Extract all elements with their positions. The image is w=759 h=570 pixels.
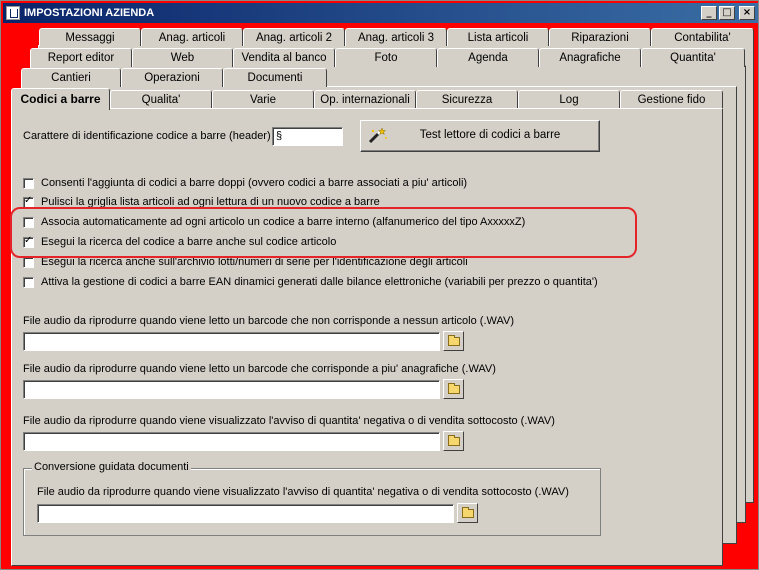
- audio-file-label-no-match: File audio da riprodurre quando viene le…: [23, 315, 515, 327]
- checkbox-duplicate-barcodes[interactable]: [23, 177, 34, 189]
- tab-varie[interactable]: Varie: [212, 90, 314, 108]
- checkbox-row-ean-dynamic[interactable]: Attiva la gestione di codici a barre EAN…: [23, 276, 598, 288]
- conversion-audio-label: File audio da riprodurre quando viene vi…: [37, 486, 569, 498]
- folder-icon: [448, 383, 460, 394]
- app-icon: [6, 6, 20, 20]
- tab-lista-articoli[interactable]: Lista articoli: [447, 28, 549, 46]
- tab-log[interactable]: Log: [518, 90, 620, 108]
- checkbox-label: Attiva la gestione di codici a barre EAN…: [41, 276, 598, 288]
- tab-report-editor[interactable]: Report editor: [30, 48, 132, 67]
- tab-web[interactable]: Web: [132, 48, 233, 67]
- audio-file-label-multi-match: File audio da riprodurre quando viene le…: [23, 363, 496, 375]
- tab-foto[interactable]: Foto: [335, 48, 437, 67]
- tab-agenda[interactable]: Agenda: [437, 48, 539, 67]
- audio-file-input-no-match[interactable]: [23, 332, 440, 351]
- tab-documenti[interactable]: Documenti: [223, 68, 327, 87]
- conversion-group: Conversione guidata documenti: [23, 461, 601, 536]
- tab-codici-a-barre[interactable]: Codici a barre: [11, 88, 110, 110]
- checkbox-row-auto-internal-barcode[interactable]: Associa automaticamente ad ogni articolo…: [23, 216, 525, 228]
- checkbox-label: Esegui la ricerca del codice a barre anc…: [41, 236, 337, 248]
- folder-icon: [448, 335, 460, 346]
- conversion-audio-input[interactable]: [37, 504, 454, 523]
- checkbox-label: Pulisci la griglia lista articoli ad ogn…: [41, 196, 380, 208]
- conversion-group-title: Conversione guidata documenti: [32, 461, 191, 473]
- browse-button-conversion[interactable]: [457, 503, 478, 523]
- tab-op-internazionali[interactable]: Op. internazionali: [314, 90, 416, 108]
- tab-cantieri[interactable]: Cantieri: [21, 68, 121, 87]
- folder-icon: [448, 435, 460, 446]
- close-button[interactable]: ×: [739, 6, 755, 20]
- tab-messaggi[interactable]: Messaggi: [39, 28, 141, 46]
- header-char-label: Carattere di identificazione codice a ba…: [23, 130, 277, 142]
- checkbox-search-lots[interactable]: [23, 256, 34, 268]
- checkbox-ean-dynamic[interactable]: [23, 276, 34, 288]
- folder-icon: [462, 507, 474, 518]
- settings-window: IMPOSTAZIONI AZIENDA _ □ × Messaggi Anag…: [0, 0, 759, 570]
- tab-vendita-al-banco[interactable]: Vendita al banco: [233, 48, 335, 67]
- tab-sicurezza[interactable]: Sicurezza: [416, 90, 518, 108]
- checkbox-label: Consenti l'aggiunta di codici a barre do…: [41, 177, 468, 189]
- audio-file-label-negative-qty: File audio da riprodurre quando viene vi…: [23, 415, 555, 427]
- checkbox-clear-grid[interactable]: [23, 195, 34, 208]
- checkbox-row-search-article-code[interactable]: Esegui la ricerca del codice a barre anc…: [23, 235, 337, 248]
- audio-file-input-multi-match[interactable]: [23, 380, 440, 399]
- window-title: IMPOSTAZIONI AZIENDA: [24, 7, 155, 19]
- test-barcode-reader-button[interactable]: Test lettore di codici a barre: [360, 120, 600, 152]
- checkbox-label: Esegui la ricerca anche sull'archivio lo…: [41, 256, 468, 268]
- tab-anagrafiche[interactable]: Anagrafiche: [539, 48, 641, 67]
- tab-anag-articoli[interactable]: Anag. articoli: [141, 28, 243, 46]
- maximize-button[interactable]: □: [719, 6, 735, 20]
- audio-file-input-negative-qty[interactable]: [23, 432, 440, 451]
- tab-gestione-fido[interactable]: Gestione fido: [620, 90, 723, 108]
- tab-anag-articoli-2[interactable]: Anag. articoli 2: [243, 28, 345, 46]
- browse-button-negative-qty[interactable]: [443, 431, 464, 451]
- window-controls: _ □ ×: [701, 6, 755, 20]
- checkbox-row-duplicate-barcodes[interactable]: Consenti l'aggiunta di codici a barre do…: [23, 177, 467, 189]
- checkbox-auto-internal-barcode[interactable]: [23, 216, 34, 228]
- checkbox-search-article-code[interactable]: [23, 235, 34, 248]
- tab-operazioni[interactable]: Operazioni: [121, 68, 223, 87]
- browse-button-no-match[interactable]: [443, 331, 464, 351]
- browse-button-multi-match[interactable]: [443, 379, 464, 399]
- title-bar[interactable]: IMPOSTAZIONI AZIENDA _ □ ×: [3, 3, 758, 23]
- tab-contabilita[interactable]: Contabilita': [651, 28, 754, 46]
- tab-quantita[interactable]: Quantita': [641, 48, 745, 67]
- tab-anag-articoli-3[interactable]: Anag. articoli 3: [345, 28, 447, 46]
- checkbox-label: Associa automaticamente ad ogni articolo…: [41, 216, 526, 228]
- header-char-input[interactable]: §: [272, 127, 343, 146]
- tab-qualita[interactable]: Qualita': [110, 90, 212, 108]
- checkbox-row-search-lots[interactable]: Esegui la ricerca anche sull'archivio lo…: [23, 256, 468, 268]
- checkbox-row-clear-grid[interactable]: Pulisci la griglia lista articoli ad ogn…: [23, 195, 380, 208]
- test-barcode-reader-label: Test lettore di codici a barre: [419, 129, 561, 141]
- tab-riparazioni[interactable]: Riparazioni: [549, 28, 651, 46]
- minimize-button[interactable]: _: [701, 6, 717, 20]
